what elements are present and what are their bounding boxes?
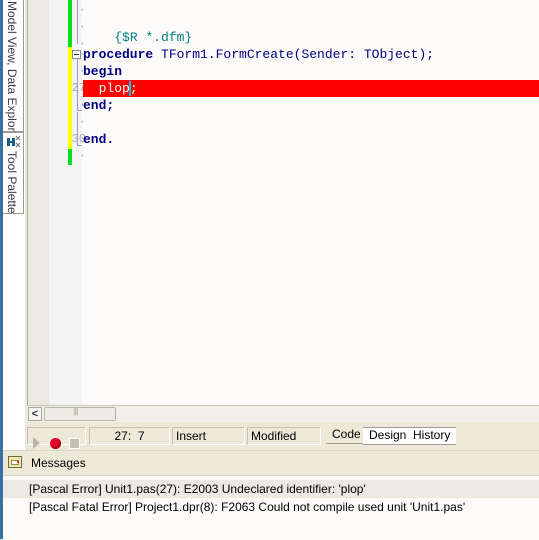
message-item[interactable]: [Pascal Error] Unit1.pas(27): E2003 Unde… — [3, 480, 539, 498]
keyword: begin — [83, 64, 123, 79]
error-code-tail: ; — [129, 81, 138, 96]
code-line: begin — [83, 63, 539, 80]
scroll-left-button[interactable]: < — [28, 407, 42, 421]
macro-controls — [27, 427, 86, 449]
side-tab-tool-palette[interactable]: Tool Palette — [3, 132, 24, 214]
change-bar-saved — [68, 149, 72, 165]
cursor-position: 27: 7 — [89, 427, 170, 445]
messages-header: Messages — [3, 451, 539, 476]
messages-title: Messages — [31, 456, 86, 470]
code-line: {$R *.dfm} — [83, 12, 539, 45]
scroll-thumb[interactable] — [44, 407, 116, 421]
tab-design[interactable]: Design — [363, 427, 413, 445]
messages-window-icon — [8, 456, 22, 468]
fold-line — [77, 0, 78, 44]
play-macro-icon[interactable] — [33, 437, 40, 449]
code-line: procedure TForm1.FormCreate(Sender: TObj… — [83, 46, 539, 63]
stop-macro-icon[interactable] — [69, 438, 80, 449]
messages-panel: Messages [Pascal Error] Unit1.pas(27): E… — [3, 450, 539, 540]
tool-palette-icon — [7, 135, 21, 148]
code-line: end. — [83, 131, 539, 148]
fold-line — [77, 59, 78, 110]
message-item[interactable]: [Pascal Fatal Error] Project1.dpr(8): F2… — [3, 498, 539, 516]
side-tab-label: Tool Palette — [5, 151, 19, 214]
procedure-signature: TForm1.FormCreate(Sender: TObject); — [153, 47, 435, 62]
tab-code[interactable]: Code — [326, 427, 367, 444]
error-code: plop — [83, 81, 130, 96]
fold-line — [77, 112, 78, 145]
editor-gutter-margin — [28, 0, 49, 405]
code-editor[interactable]: · · · – · 27 · · 30 · {$R *.dfm} procedu… — [27, 0, 539, 405]
keyword: end; — [83, 98, 115, 113]
editor-status-bar: 27: 7 Insert Modified Code Design Histor… — [27, 422, 539, 450]
error-line: plop; — [83, 80, 539, 97]
change-bar-saved — [68, 0, 72, 47]
fold-end-marker — [77, 145, 82, 146]
modified-state: Modified — [247, 427, 321, 445]
change-bar-modified — [68, 47, 72, 149]
tab-history[interactable]: History — [407, 427, 457, 445]
keyword: end. — [83, 132, 115, 147]
code-line: end; — [83, 97, 539, 114]
compiler-directive: {$R *.dfm} — [114, 30, 193, 45]
record-macro-icon[interactable] — [50, 438, 61, 449]
fold-collapse-icon[interactable] — [72, 50, 81, 59]
keyword: procedure — [83, 47, 154, 62]
side-tab-label: Model View, Data Explorer — [5, 1, 19, 143]
fold-end-marker — [77, 110, 82, 111]
side-tab-model-view[interactable]: Model View, Data Explorer — [3, 0, 24, 142]
insert-mode: Insert — [172, 427, 245, 445]
horizontal-scrollbar[interactable]: < — [27, 405, 539, 422]
